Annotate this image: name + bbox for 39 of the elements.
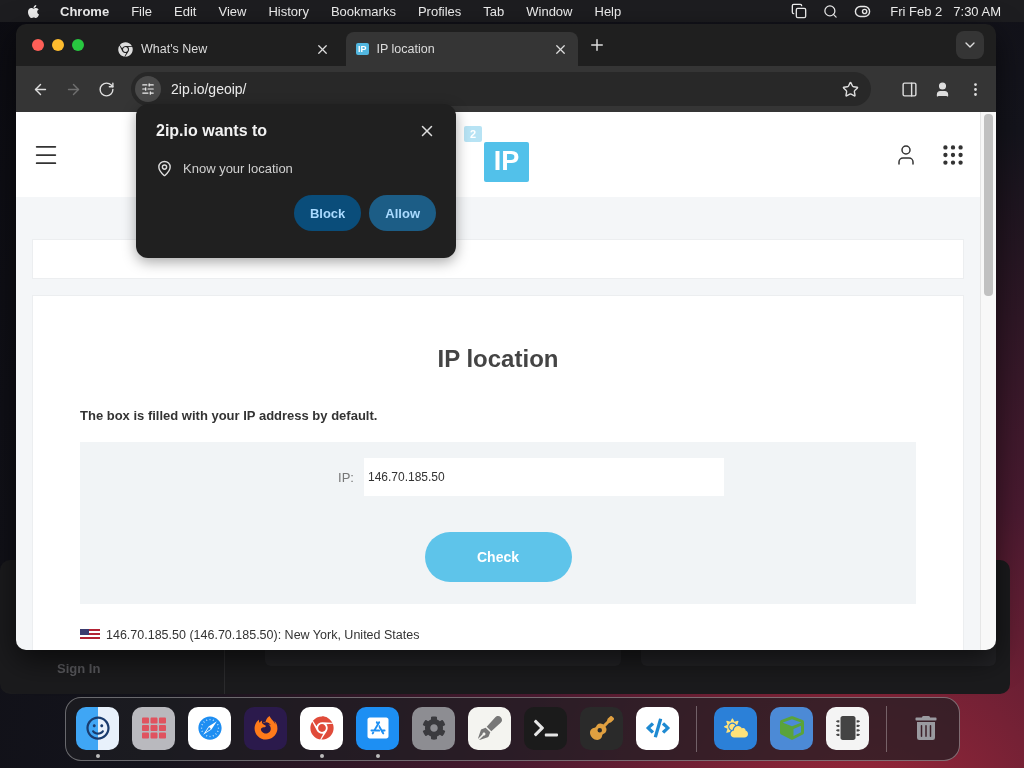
- scrollbar[interactable]: [980, 112, 996, 650]
- allow-button[interactable]: Allow: [369, 195, 436, 231]
- menu-bar-date[interactable]: Fri Feb 2: [879, 3, 954, 19]
- tab-title: IP location: [376, 42, 436, 56]
- menu-item[interactable]: Profiles: [406, 3, 473, 19]
- tab-title: What's New: [141, 42, 209, 56]
- menu-item[interactable]: View: [207, 3, 258, 19]
- permission-text: Know your location: [183, 161, 293, 176]
- ip-input-field[interactable]: 146.70.185.50: [363, 458, 724, 496]
- browser-tab[interactable]: What's New: [108, 32, 340, 66]
- menu-item[interactable]: Edit: [163, 3, 208, 19]
- page-title: IP location: [436, 344, 560, 374]
- new-tab-icon[interactable]: [588, 36, 606, 54]
- location-pin-icon: [156, 160, 173, 177]
- bookmark-star-icon[interactable]: [842, 80, 859, 98]
- close-window-button[interactable]: [32, 39, 44, 51]
- popup-title: 2ip.io wants to: [156, 122, 268, 140]
- site-favicon: IP: [356, 43, 369, 55]
- minimize-window-button[interactable]: [52, 39, 64, 51]
- app-menu[interactable]: Chrome: [49, 3, 121, 19]
- menu-item[interactable]: Help: [583, 3, 633, 19]
- tab-search-button[interactable]: [956, 31, 984, 59]
- address-bar[interactable]: 2ip.io/geoip/: [131, 72, 871, 106]
- flag-icon: [80, 629, 100, 641]
- url-text: 2ip.io/geoip/: [171, 81, 248, 97]
- menu-bar-time[interactable]: 7:30 AM: [953, 3, 1012, 19]
- ip-label: IP:: [338, 469, 354, 485]
- browser-logo-icon: [118, 41, 133, 57]
- browser-tab[interactable]: IP IP location: [346, 32, 578, 66]
- site-settings-icon[interactable]: [135, 76, 161, 102]
- hint-text: The box is filled with your IP address by default.: [80, 408, 379, 423]
- menu-item[interactable]: Tab: [472, 3, 516, 19]
- block-button[interactable]: Block: [293, 195, 362, 231]
- zoom-window-button[interactable]: [72, 39, 84, 51]
- menu-item[interactable]: File: [120, 3, 164, 19]
- menu-item[interactable]: History: [257, 3, 320, 19]
- menu-item[interactable]: Bookmarks: [319, 3, 407, 19]
- menu-item[interactable]: Window: [515, 3, 584, 19]
- location-result: 146.70.185.50 (146.70.185.50): New York, United States: [106, 628, 420, 642]
